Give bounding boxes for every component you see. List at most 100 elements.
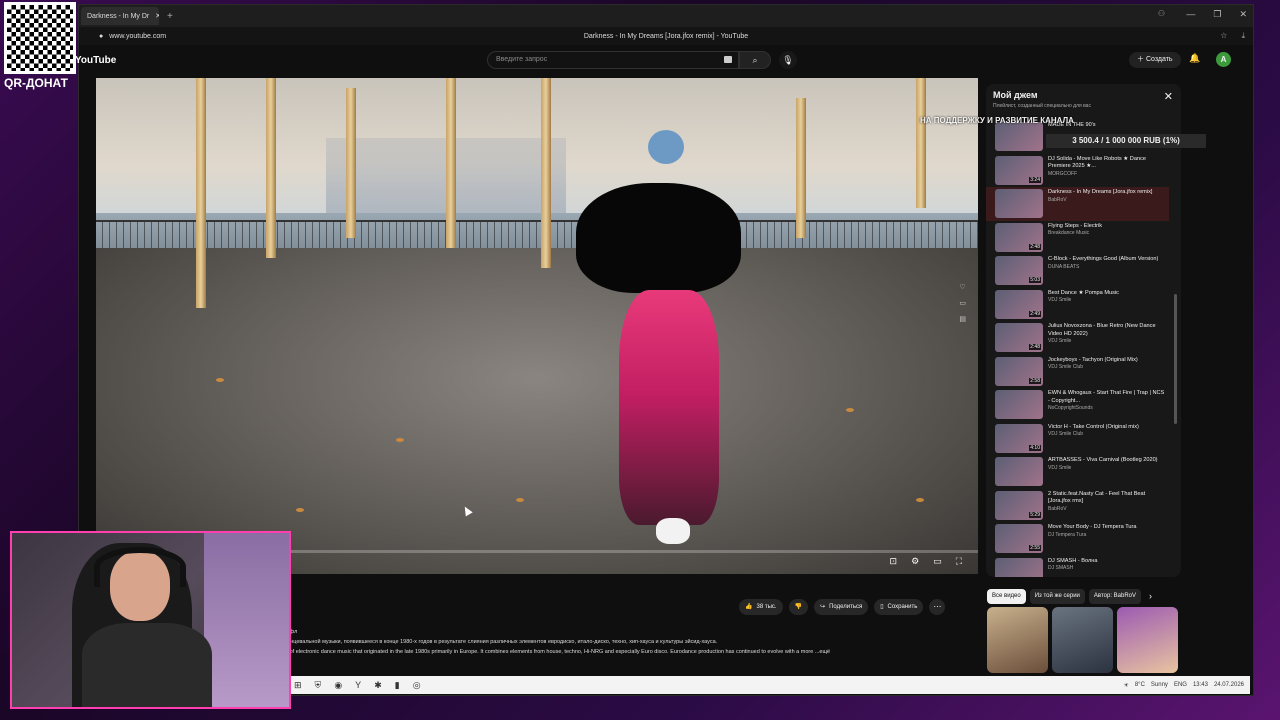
playlist-thumbnail[interactable]: 2:55: [995, 524, 1043, 553]
keyboard-icon[interactable]: [724, 56, 732, 63]
playlist-thumbnail[interactable]: 5:03: [995, 256, 1043, 285]
playlist-item[interactable]: Darkness - In My Dreams [Jora.jfox remix…: [986, 187, 1169, 221]
restore-icon[interactable]: ❐: [1213, 9, 1221, 20]
description-tag[interactable]: #Шаффл: [274, 627, 979, 637]
chrome-icon[interactable]: ◉: [334, 680, 342, 691]
recommended-video[interactable]: [987, 607, 1048, 673]
playlist-thumbnail[interactable]: 5:29: [995, 490, 1043, 520]
search-input[interactable]: Введите запрос: [487, 51, 739, 69]
dislike-button[interactable]: 👎: [788, 599, 809, 615]
youtube-header: YouTube Введите запрос ⌕ 🎙 ＋ Создать 🔔 A: [75, 45, 1253, 77]
duration-badge: 2:48: [1029, 243, 1041, 250]
playlist-thumbnail[interactable]: [995, 390, 1043, 419]
playlist-thumbnail[interactable]: [995, 189, 1043, 218]
playlist-thumbnail[interactable]: [995, 557, 1043, 577]
subtitles-icon[interactable]: ⊡: [890, 556, 898, 567]
avatar[interactable]: A: [1216, 52, 1231, 67]
create-button[interactable]: ＋ Создать: [1129, 52, 1181, 68]
new-tab-button[interactable]: +: [167, 11, 173, 22]
show-more-link[interactable]: ...ещё: [815, 649, 830, 655]
recommendation-chips: Все видео Из той же серии Автор: BabRoV …: [987, 589, 1152, 604]
save-button[interactable]: ▯ Сохранить: [874, 599, 924, 615]
close-icon[interactable]: ✕: [1164, 90, 1173, 103]
more-actions-icon[interactable]: ⋯: [929, 599, 946, 615]
playlist-thumbnail[interactable]: 2:58: [995, 356, 1043, 386]
start-icon[interactable]: ⊞: [294, 680, 302, 691]
comment-overlay-icon[interactable]: ▭: [959, 299, 966, 307]
headphones-icon: [94, 547, 186, 587]
chip-all-videos[interactable]: Все видео: [987, 589, 1026, 604]
recommended-video[interactable]: [1117, 607, 1178, 673]
shield-icon[interactable]: ⛨: [315, 680, 322, 691]
duration-badge: 2:55: [1029, 545, 1041, 551]
playlist-thumbnail[interactable]: 3:24: [995, 155, 1043, 185]
fullscreen-icon[interactable]: ⛶: [956, 556, 962, 567]
like-button[interactable]: 👍 38 тыс.: [739, 599, 783, 615]
playlist-item[interactable]: 5:29 2 Static.feat.Nasty Cat - Feel That …: [986, 489, 1169, 523]
playlist-item[interactable]: 2:48 Julius Novoxzona - Blue Retro (New D…: [986, 321, 1169, 355]
app-icon[interactable]: ✱: [374, 680, 382, 691]
recommended-video[interactable]: [1052, 607, 1113, 673]
description-box[interactable]: #Шаффл ной танцевальной музыки, появивше…: [274, 627, 979, 677]
playlist-item-title: Jockeyboys - Tachyon (Original Mix): [1048, 356, 1138, 363]
playlist-item[interactable]: 3:24 DJ Solida - Move Like Robots ★ Dance…: [986, 154, 1169, 188]
browser-tab[interactable]: Darkness - In My Dr ✕: [81, 7, 159, 25]
chapters-overlay-icon[interactable]: ▤: [959, 315, 966, 323]
playlist-item[interactable]: 2:48 Flying Steps - Electrik Breakdance Mu…: [986, 221, 1169, 255]
playlist-item[interactable]: 4:10 Victor H - Take Control (Original mi…: [986, 422, 1169, 456]
playlist-thumbnail[interactable]: [995, 457, 1043, 486]
address-bar: ● www.youtube.com Darkness - In My Dream…: [79, 27, 1253, 45]
obs-icon[interactable]: ◎: [413, 680, 421, 691]
clock-time[interactable]: 13:43: [1193, 682, 1208, 688]
extensions-icon[interactable]: ⚇: [1158, 9, 1165, 18]
playlist-thumbnail[interactable]: 2:48: [995, 222, 1043, 252]
theater-mode-icon[interactable]: ▭: [933, 556, 942, 567]
file-icon[interactable]: ▮: [395, 680, 400, 691]
playlist-thumbnail[interactable]: [995, 122, 1043, 151]
chevron-right-icon[interactable]: ›: [1149, 589, 1152, 604]
chip-author[interactable]: Автор: BabRoV: [1088, 589, 1141, 604]
search-button[interactable]: ⌕: [739, 51, 771, 69]
youtube-logo[interactable]: YouTube: [75, 55, 116, 66]
like-overlay-icon[interactable]: ♡: [959, 283, 966, 291]
taskbar: ⊞ ⛨ ◉ Y ✱ ▮ ◎ ☀ 8°C Sunny ENG 13:43 24.0…: [288, 676, 1250, 694]
tab-close-icon[interactable]: ✕: [155, 12, 159, 20]
playlist-title: Мой джем: [993, 90, 1038, 100]
close-window-icon[interactable]: ✕: [1239, 9, 1247, 20]
playlist-item[interactable]: 5:03 C-Block - Everythings Good (Album Ve…: [986, 254, 1169, 288]
playlist-item-channel: DUNA BEATS: [1048, 263, 1080, 270]
playlist-item-channel: NoCopyrightSounds: [1048, 405, 1093, 412]
playlist-item[interactable]: 2:58 Jockeyboys - Tachyon (Original Mix) V…: [986, 355, 1169, 389]
playlist-subtitle: Плейлист, созданный специально для вас: [993, 103, 1091, 109]
notifications-icon[interactable]: 🔔: [1189, 53, 1200, 64]
playlist-item[interactable]: DJ SMASH - Волна DJ SMASH: [986, 556, 1169, 577]
yandex-icon[interactable]: Y: [355, 680, 361, 691]
playlist-thumbnail[interactable]: 4:10: [995, 423, 1043, 453]
settings-icon[interactable]: ⚙: [911, 556, 919, 567]
playlist-item-channel: VDJ Smile: [1048, 464, 1072, 471]
playlist-item[interactable]: EWN & Whogaux - Start That Fire | Trap |…: [986, 388, 1169, 422]
bookmark-icon[interactable]: ☆: [1220, 31, 1227, 41]
taskbar-apps: ⊞ ⛨ ◉ Y ✱ ▮ ◎: [294, 680, 421, 691]
weather-icon[interactable]: ☀: [1123, 682, 1128, 689]
playlist-thumbnail[interactable]: 2:49: [995, 289, 1043, 319]
download-icon[interactable]: ⤓: [1241, 31, 1245, 41]
page-title: Darkness - In My Dreams [Jora.jfox remix…: [583, 32, 749, 40]
language-indicator[interactable]: ENG: [1174, 682, 1187, 688]
playlist-item[interactable]: 2:49 Best Dance ★ Pompa Music VDJ Smile: [986, 288, 1169, 322]
playlist-item[interactable]: ARTBASSES - Viva Carnival (Bootleg 2020)…: [986, 455, 1169, 489]
playlist-scrollbar[interactable]: [1174, 294, 1177, 424]
share-button[interactable]: ↪ Поделиться: [814, 599, 869, 615]
playlist-thumbnail[interactable]: 2:48: [995, 323, 1043, 352]
qr-label: QR-ДОНАТ: [4, 76, 68, 90]
duration-badge: 4:10: [1029, 444, 1041, 451]
playlist-item-channel: BabRoV: [1048, 505, 1067, 512]
minimize-icon[interactable]: —: [1186, 9, 1195, 20]
thumbs-up-icon: 👍: [745, 604, 753, 610]
playlist-item[interactable]: 2:55 Move Your Body - DJ Tempera Tura DJ T…: [986, 522, 1169, 556]
chip-same-series[interactable]: Из той же серии: [1029, 589, 1085, 604]
video-player[interactable]: ♡ ▭ ▤ ⊡ ⚙ ▭ ⛶: [96, 78, 978, 574]
clock-date[interactable]: 24.07.2026: [1214, 682, 1244, 688]
playlist-items: MADE IN THE 90's 3:24 DJ Solida - Move Lik…: [986, 120, 1169, 577]
voice-search-button[interactable]: 🎙: [779, 51, 797, 69]
